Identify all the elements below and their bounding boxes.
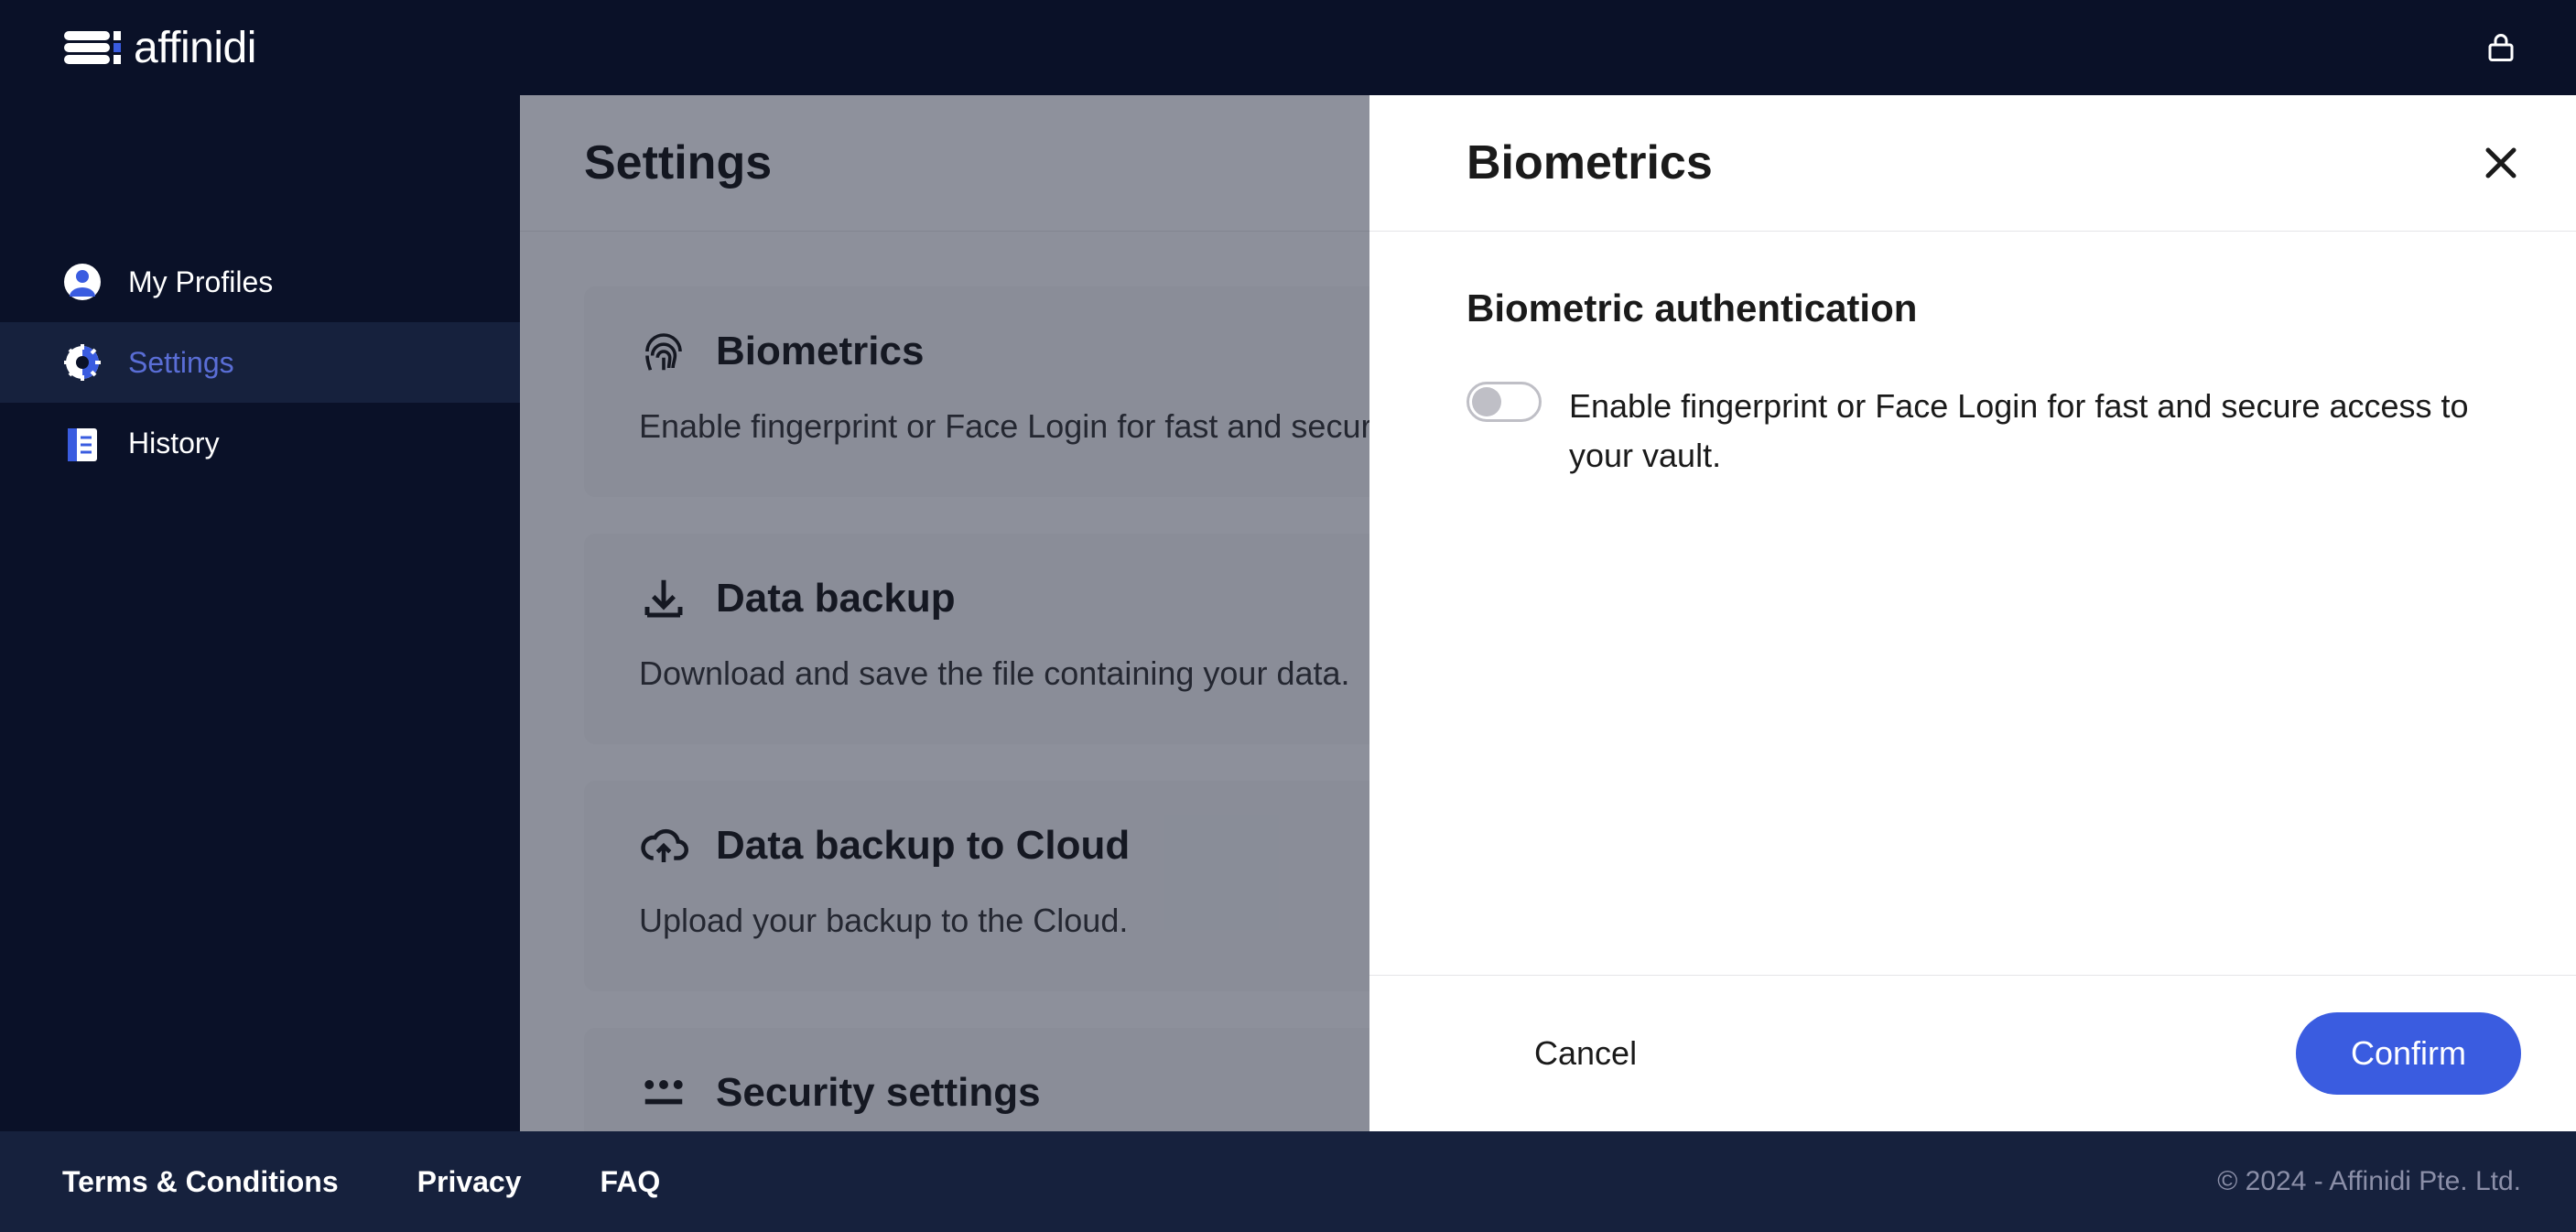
brand-logo-icon: [62, 18, 121, 77]
sidebar-item-my-profiles[interactable]: My Profiles: [0, 242, 520, 322]
app-header: affinidi: [0, 0, 2576, 95]
sidebar-item-label: History: [128, 427, 220, 460]
copyright: © 2024 - Affinidi Pte. Ltd.: [2217, 1166, 2521, 1197]
sidebar-item-label: Settings: [128, 346, 234, 380]
close-icon[interactable]: [2479, 141, 2523, 185]
lock-icon[interactable]: [2484, 31, 2517, 64]
footer-link-terms[interactable]: Terms & Conditions: [62, 1165, 339, 1199]
brand-logo[interactable]: affinidi: [62, 18, 256, 77]
toggle-knob: [1472, 387, 1501, 416]
sidebar: My Profiles Settings: [0, 95, 520, 1131]
gear-icon: [62, 342, 103, 383]
toggle-label: Enable fingerprint or Face Login for fas…: [1569, 382, 2479, 481]
panel-title: Biometrics: [1467, 135, 1713, 190]
footer-link-privacy[interactable]: Privacy: [417, 1165, 522, 1199]
biometrics-panel: Biometrics Biometric authentication Enab…: [1369, 95, 2576, 1131]
panel-subtitle: Biometric authentication: [1467, 286, 2479, 330]
cancel-button[interactable]: Cancel: [1534, 1034, 1637, 1073]
app-footer: Terms & Conditions Privacy FAQ © 2024 - …: [0, 1131, 2576, 1232]
brand-name: affinidi: [134, 23, 256, 73]
confirm-button[interactable]: Confirm: [2296, 1012, 2521, 1095]
footer-link-faq[interactable]: FAQ: [601, 1165, 661, 1199]
sidebar-item-label: My Profiles: [128, 265, 273, 299]
biometrics-toggle[interactable]: [1467, 382, 1542, 422]
history-icon: [62, 423, 103, 463]
sidebar-item-history[interactable]: History: [0, 403, 520, 483]
profile-icon: [62, 262, 103, 302]
sidebar-item-settings[interactable]: Settings: [0, 322, 520, 403]
